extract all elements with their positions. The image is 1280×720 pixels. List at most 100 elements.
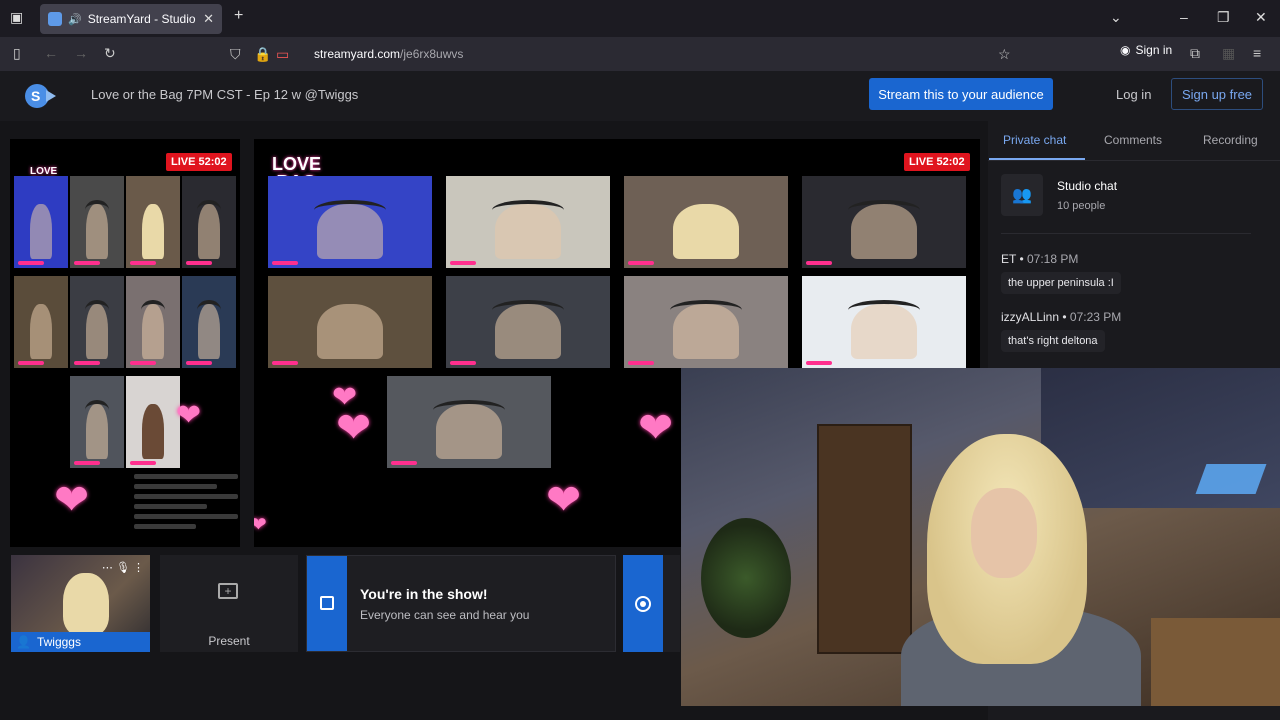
live-badge-main: LIVE 52:02	[904, 153, 970, 171]
record-icon	[635, 596, 651, 612]
message-time: 07:18 PM	[1027, 252, 1079, 266]
preview-cam	[70, 276, 124, 368]
new-tab-icon[interactable]: +	[234, 7, 243, 25]
lock-icon[interactable]: 🔒	[254, 46, 271, 63]
divider	[1001, 233, 1251, 234]
sign-up-button[interactable]: Sign up free	[1171, 78, 1263, 110]
stage-cam	[624, 176, 788, 268]
stream-to-audience-button[interactable]: Stream this to your audience	[869, 78, 1053, 110]
overlay-lamp	[1195, 464, 1267, 494]
minimize-icon[interactable]: –	[1180, 9, 1188, 25]
preview-cam	[126, 276, 180, 368]
message-time: 07:23 PM	[1069, 310, 1122, 324]
heart-decoration: ❤	[336, 404, 372, 451]
forward-icon[interactable]: →	[74, 45, 88, 61]
close-tab-icon[interactable]: ✕	[203, 11, 214, 27]
preview-cam	[182, 176, 236, 268]
recording-banner	[623, 555, 680, 652]
message-meta: izzyALLinn • 07:23 PM	[1001, 310, 1122, 324]
live-badge-preview: LIVE 52:02	[166, 153, 232, 171]
self-name: Twigggs	[36, 635, 81, 649]
message-text: the upper peninsula :I	[1001, 272, 1121, 294]
studio-chat-header: 👥 Studio chat 10 people	[1001, 174, 1259, 226]
heart-decoration: ❤	[254, 514, 267, 536]
extensions-icon[interactable]: ⧉	[1190, 45, 1200, 62]
streamyard-logo-icon: S	[25, 84, 56, 108]
url-bar[interactable]: ⛉ 🔒 ▭ streamyard.com/je6rx8uwvs ☆	[226, 41, 1022, 67]
sign-in-button[interactable]: ◉ Sign in	[1120, 43, 1172, 57]
preview-cam	[70, 376, 124, 468]
preview-stage: LOVEBAG LIVE 52:02 ❤ ❤	[10, 139, 240, 547]
preview-cam	[14, 276, 68, 368]
message-author: izzyALLinn	[1001, 310, 1060, 324]
in-show-title: You're in the show!	[360, 586, 488, 602]
maximize-icon[interactable]: ❐	[1217, 9, 1230, 26]
speaker-icon[interactable]: 🔊	[68, 13, 82, 26]
tab-comments[interactable]: Comments	[1104, 133, 1162, 147]
present-label: Present	[208, 634, 250, 648]
self-name-tag: 👤 Twigggs	[11, 632, 150, 652]
panel-tabs: Private chat Comments Recording	[988, 121, 1280, 161]
preview-cam	[126, 176, 180, 268]
stage-cam	[446, 176, 610, 268]
chat-name: Studio chat	[1057, 179, 1118, 193]
browser-navbar: ▯ ← → ↻ ⛉ 🔒 ▭ streamyard.com/je6rx8uwvs …	[0, 37, 1280, 71]
sign-in-label: Sign in	[1135, 43, 1173, 57]
container-icon[interactable]: ▦	[1222, 45, 1235, 62]
tab-private-chat[interactable]: Private chat	[1003, 133, 1066, 147]
account-icon: ◉	[1120, 43, 1131, 57]
tab-list-icon[interactable]: ▣	[10, 9, 23, 26]
active-tab-indicator	[989, 158, 1085, 160]
shield-icon[interactable]: ⛉	[230, 46, 241, 63]
camera-controls-icon[interactable]: ⋯ 🎙 ⋮	[102, 561, 144, 574]
overlay-door	[817, 424, 912, 654]
stage-cam	[268, 276, 432, 368]
message-author: ET	[1001, 252, 1017, 266]
preview-cam	[14, 176, 68, 268]
chevron-down-icon[interactable]: ⌄	[1110, 9, 1122, 26]
back-icon[interactable]: ←	[44, 45, 58, 61]
group-icon: 👥	[1001, 174, 1043, 216]
stage-cam	[387, 376, 551, 468]
in-show-icon-strip	[307, 556, 347, 651]
present-button[interactable]: + Present	[160, 555, 298, 652]
heart-decoration: ❤	[638, 404, 674, 451]
tab-recording[interactable]: Recording	[1203, 133, 1258, 147]
heart-decoration: ❤	[54, 476, 90, 523]
browser-tabbar: ▣ 🔊 StreamYard - Studio ✕ + ⌄ – ❐ ✕	[0, 0, 1280, 37]
menu-icon[interactable]: ≡	[1253, 45, 1261, 61]
message-text: that's right deltona	[1001, 330, 1105, 352]
chat-overlay-mini	[134, 469, 238, 543]
overlay-person-face	[971, 488, 1037, 578]
in-show-subtitle: Everyone can see and hear you	[360, 608, 530, 622]
studio-header: S Love or the Bag 7PM CST - Ep 12 w @Twi…	[0, 71, 1280, 121]
chat-member-count: 10 people	[1057, 200, 1106, 212]
sidebar-icon[interactable]: ▯	[13, 45, 21, 62]
stage-cam	[624, 276, 788, 368]
close-window-icon[interactable]: ✕	[1255, 9, 1267, 26]
camera-permission-icon[interactable]: ▭	[276, 46, 289, 63]
svg-text:S: S	[31, 88, 40, 104]
tab-title: StreamYard - Studio	[87, 12, 196, 26]
webcam-overlay	[681, 368, 1280, 706]
preview-cam	[182, 276, 236, 368]
log-in-link[interactable]: Log in	[1116, 87, 1151, 102]
preview-cam	[126, 376, 180, 468]
in-show-banner: You're in the show! Everyone can see and…	[306, 555, 616, 652]
streamyard-favicon-icon	[48, 12, 62, 26]
url-text: streamyard.com/je6rx8uwvs	[314, 47, 464, 61]
heart-decoration: ❤	[546, 476, 582, 523]
overlay-plant	[701, 518, 791, 638]
browser-tab[interactable]: 🔊 StreamYard - Studio ✕	[40, 4, 222, 34]
reload-icon[interactable]: ↻	[104, 45, 116, 62]
stage-cam	[268, 176, 432, 268]
bookmark-star-icon[interactable]: ☆	[998, 46, 1011, 63]
heart-decoration: ❤	[176, 399, 202, 432]
self-camera-feed	[63, 573, 109, 635]
present-screen-icon: +	[218, 583, 238, 599]
preview-cam	[70, 176, 124, 268]
person-icon: 👤	[16, 635, 31, 649]
stage-cam	[802, 176, 966, 268]
overlay-desk	[1151, 618, 1280, 706]
stage-cam	[446, 276, 610, 368]
